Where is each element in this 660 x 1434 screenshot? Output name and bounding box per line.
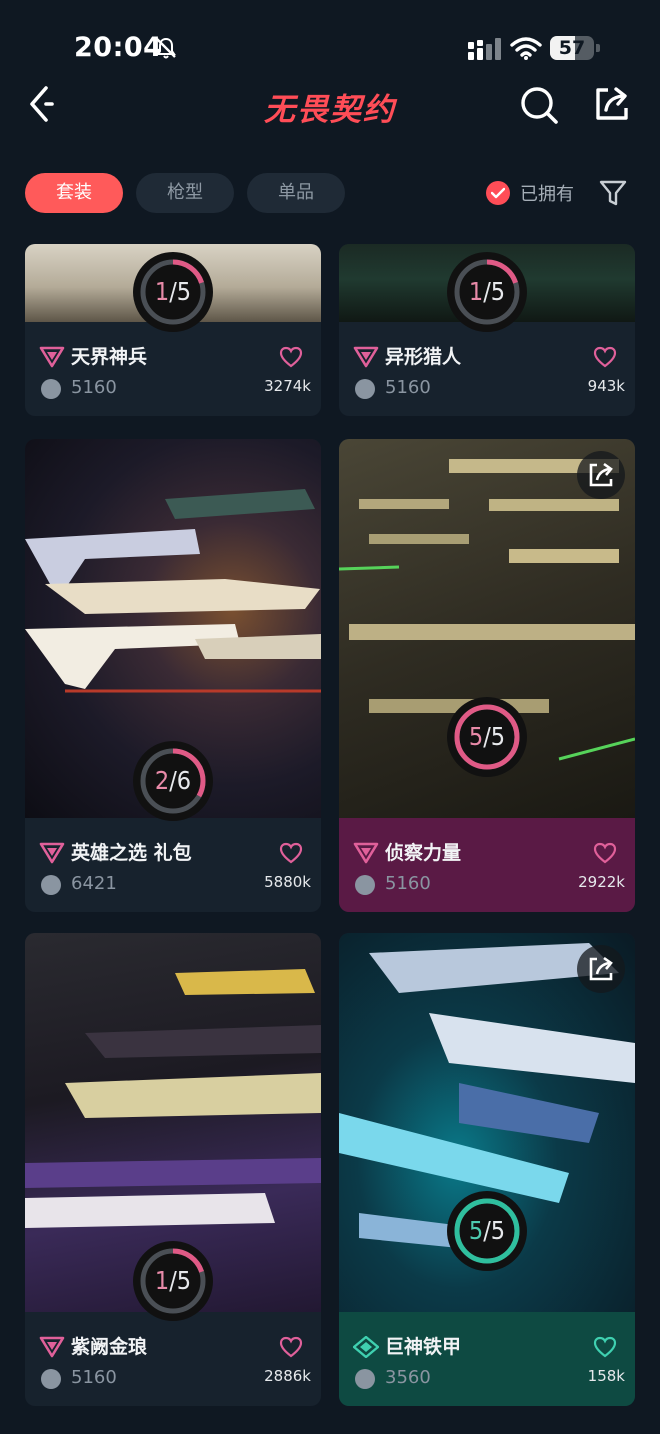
premium-tier-icon xyxy=(353,842,379,864)
tab-weapon-type[interactable]: 枪型 xyxy=(136,173,234,213)
bundle-likes: 3274k xyxy=(264,377,311,395)
collection-progress: 1/5 xyxy=(133,1241,213,1321)
premium-tier-icon xyxy=(39,1336,65,1358)
total-count: 5 xyxy=(490,277,506,306)
wifi-icon xyxy=(510,37,542,60)
premium-tier-icon xyxy=(39,346,65,368)
valorant-points-icon xyxy=(41,1369,61,1389)
total-count: 5 xyxy=(176,1266,192,1295)
bundle-likes: 5880k xyxy=(264,873,311,891)
status-time: 20:04 xyxy=(74,32,163,63)
app-logo: 无畏契约 xyxy=(264,92,396,128)
owned-count: 1 xyxy=(468,277,484,306)
bundle-card[interactable]: 天界神兵 5160 3274k 1/5 xyxy=(25,244,321,416)
search-icon[interactable] xyxy=(518,84,560,126)
bundle-card[interactable]: 侦察力量 5160 2922k 5/5 xyxy=(339,439,635,912)
collection-progress: 1/5 xyxy=(133,252,213,332)
heart-icon[interactable] xyxy=(593,346,617,368)
valorant-points-icon xyxy=(355,875,375,895)
owned-count: 5 xyxy=(468,722,484,751)
bundle-price: 5160 xyxy=(71,1367,117,1388)
select-tier-icon xyxy=(353,1336,379,1358)
bundle-card[interactable]: 英雄之选 礼包 6421 5880k 2/6 xyxy=(25,439,321,912)
premium-tier-icon xyxy=(353,346,379,368)
status-bar: 20:04 57 xyxy=(0,0,660,80)
owned-count: 1 xyxy=(154,277,170,306)
bundle-likes: 158k xyxy=(587,1367,625,1385)
bundle-card[interactable]: 异形猎人 5160 943k 1/5 xyxy=(339,244,635,416)
valorant-points-icon xyxy=(355,1369,375,1389)
collection-progress: 5/5 xyxy=(447,1191,527,1271)
tab-single-items[interactable]: 单品 xyxy=(247,173,345,213)
battery-icon: 57 xyxy=(550,36,600,60)
share-icon[interactable] xyxy=(592,84,632,124)
valorant-points-icon xyxy=(355,379,375,399)
total-count: 5 xyxy=(176,277,192,306)
bundle-likes: 2922k xyxy=(578,873,625,891)
bundle-price: 5160 xyxy=(385,377,431,398)
heart-icon[interactable] xyxy=(279,1336,303,1358)
heart-icon[interactable] xyxy=(279,346,303,368)
bundle-name: 异形猎人 xyxy=(385,346,462,368)
total-count: 5 xyxy=(490,1216,506,1245)
valorant-points-icon xyxy=(41,875,61,895)
heart-icon[interactable] xyxy=(593,1336,617,1358)
checkmark-icon xyxy=(486,181,510,205)
owned-count: 5 xyxy=(468,1216,484,1245)
back-button[interactable] xyxy=(24,82,64,126)
bundle-card[interactable]: 巨神铁甲 3560 158k 5/5 xyxy=(339,933,635,1406)
bundle-price: 3560 xyxy=(385,1367,431,1388)
bundle-price: 5160 xyxy=(385,873,431,894)
bundle-price: 5160 xyxy=(71,377,117,398)
bell-muted-icon xyxy=(156,37,176,59)
heart-icon[interactable] xyxy=(593,842,617,864)
bundle-name: 英雄之选 礼包 xyxy=(71,842,192,864)
share-badge-icon[interactable] xyxy=(577,945,625,993)
owned-count: 2 xyxy=(154,766,170,795)
bundle-name: 紫阙金琅 xyxy=(71,1336,148,1358)
share-badge-icon[interactable] xyxy=(577,451,625,499)
bundle-likes: 2886k xyxy=(264,1367,311,1385)
premium-tier-icon xyxy=(39,842,65,864)
bundle-likes: 943k xyxy=(587,377,625,395)
tab-bundles[interactable]: 套装 xyxy=(25,173,123,213)
owned-count: 1 xyxy=(154,1266,170,1295)
bundle-name: 天界神兵 xyxy=(71,346,148,368)
filter-icon[interactable] xyxy=(598,178,628,208)
collection-progress: 2/6 xyxy=(133,741,213,821)
valorant-points-icon xyxy=(41,379,61,399)
collection-progress: 5/5 xyxy=(447,697,527,777)
total-count: 6 xyxy=(176,766,192,795)
bundle-card[interactable]: 紫阙金琅 5160 2886k 1/5 xyxy=(25,933,321,1406)
bundle-price: 6421 xyxy=(71,873,117,894)
total-count: 5 xyxy=(490,722,506,751)
cellular-signal-icon xyxy=(468,38,501,60)
battery-level: 57 xyxy=(558,37,586,59)
bundle-name: 巨神铁甲 xyxy=(385,1336,462,1358)
collection-progress: 1/5 xyxy=(447,252,527,332)
owned-filter-label: 已拥有 xyxy=(520,184,574,205)
bundle-name: 侦察力量 xyxy=(385,842,462,864)
owned-filter-toggle[interactable]: 已拥有 xyxy=(486,180,574,206)
heart-icon[interactable] xyxy=(279,842,303,864)
